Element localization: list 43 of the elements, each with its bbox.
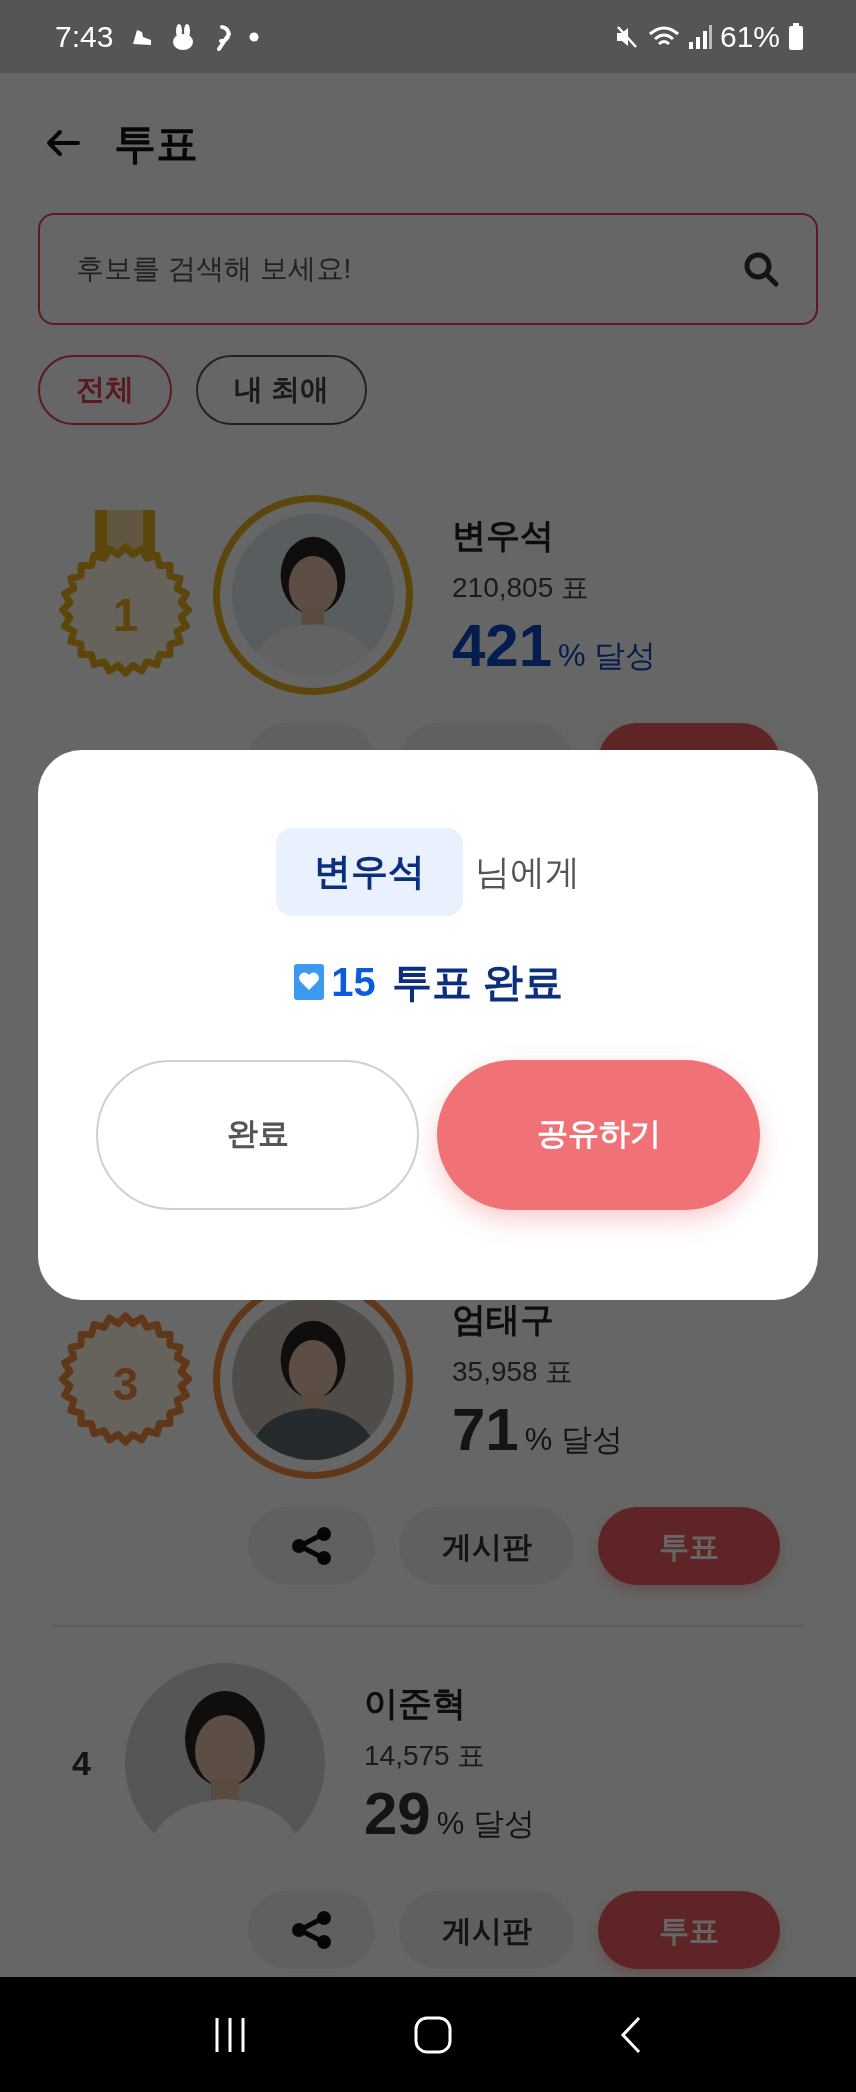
achievement-label: % 달성 — [524, 1421, 623, 1460]
back-arrow-icon[interactable] — [46, 129, 80, 157]
candidate-name: 이준혁 — [364, 1683, 467, 1725]
recent-apps-icon[interactable] — [213, 2015, 248, 2054]
dot-icon — [249, 31, 260, 42]
achievement-label: % 달성 — [436, 1805, 535, 1844]
rank-number: 3 — [112, 1356, 139, 1412]
board-button[interactable]: 게시판 — [399, 1507, 574, 1585]
achievement-percent: 71 — [452, 1397, 519, 1464]
achievement-percent: 29 — [364, 1781, 431, 1848]
done-button[interactable]: 완료 — [96, 1059, 419, 1210]
filter-chip[interactable]: 전체 — [38, 355, 172, 425]
vote-total: 210,805 표 — [452, 571, 590, 606]
signal-icon — [687, 23, 712, 50]
candidate-name: 엄태구 — [452, 1299, 555, 1341]
clock: 7:43 — [55, 19, 114, 55]
candidate-name: 변우석 — [452, 515, 555, 557]
search-field[interactable]: 후보를 검색해 보세요! — [38, 213, 818, 325]
rabbit-icon — [171, 23, 196, 50]
recipient-name: 변우석 — [276, 828, 463, 916]
vote-button[interactable]: 투표 — [598, 1891, 780, 1969]
home-icon[interactable] — [414, 2015, 452, 2054]
heart-ticket-icon — [293, 962, 326, 1001]
vote-total: 35,958 표 — [452, 1355, 575, 1390]
filter-chip[interactable]: 내 최애 — [196, 355, 368, 425]
back-icon[interactable] — [618, 2015, 643, 2054]
vote-count: 15 — [331, 958, 376, 1006]
page-title: 투표 — [114, 118, 198, 169]
board-button[interactable]: 게시판 — [399, 1891, 574, 1969]
battery-icon — [788, 22, 804, 51]
vote-total: 14,575 표 — [364, 1739, 487, 1774]
achievement-percent: 421 — [452, 613, 553, 680]
rank-number: 4 — [72, 1742, 91, 1784]
vote-button[interactable]: 투표 — [598, 1507, 780, 1585]
share-icon[interactable] — [289, 1526, 334, 1566]
share-icon[interactable] — [289, 1910, 334, 1950]
vote-complete-message: 투표 완료 — [391, 958, 563, 1006]
achievement-label: % 달성 — [558, 637, 657, 676]
share-button[interactable]: 공유하기 — [437, 1059, 760, 1210]
rank-number: 1 — [112, 587, 139, 643]
recipient-suffix: 님에게 — [475, 850, 580, 893]
battery-percent: 61% — [719, 19, 780, 55]
search-icon[interactable] — [742, 250, 780, 288]
